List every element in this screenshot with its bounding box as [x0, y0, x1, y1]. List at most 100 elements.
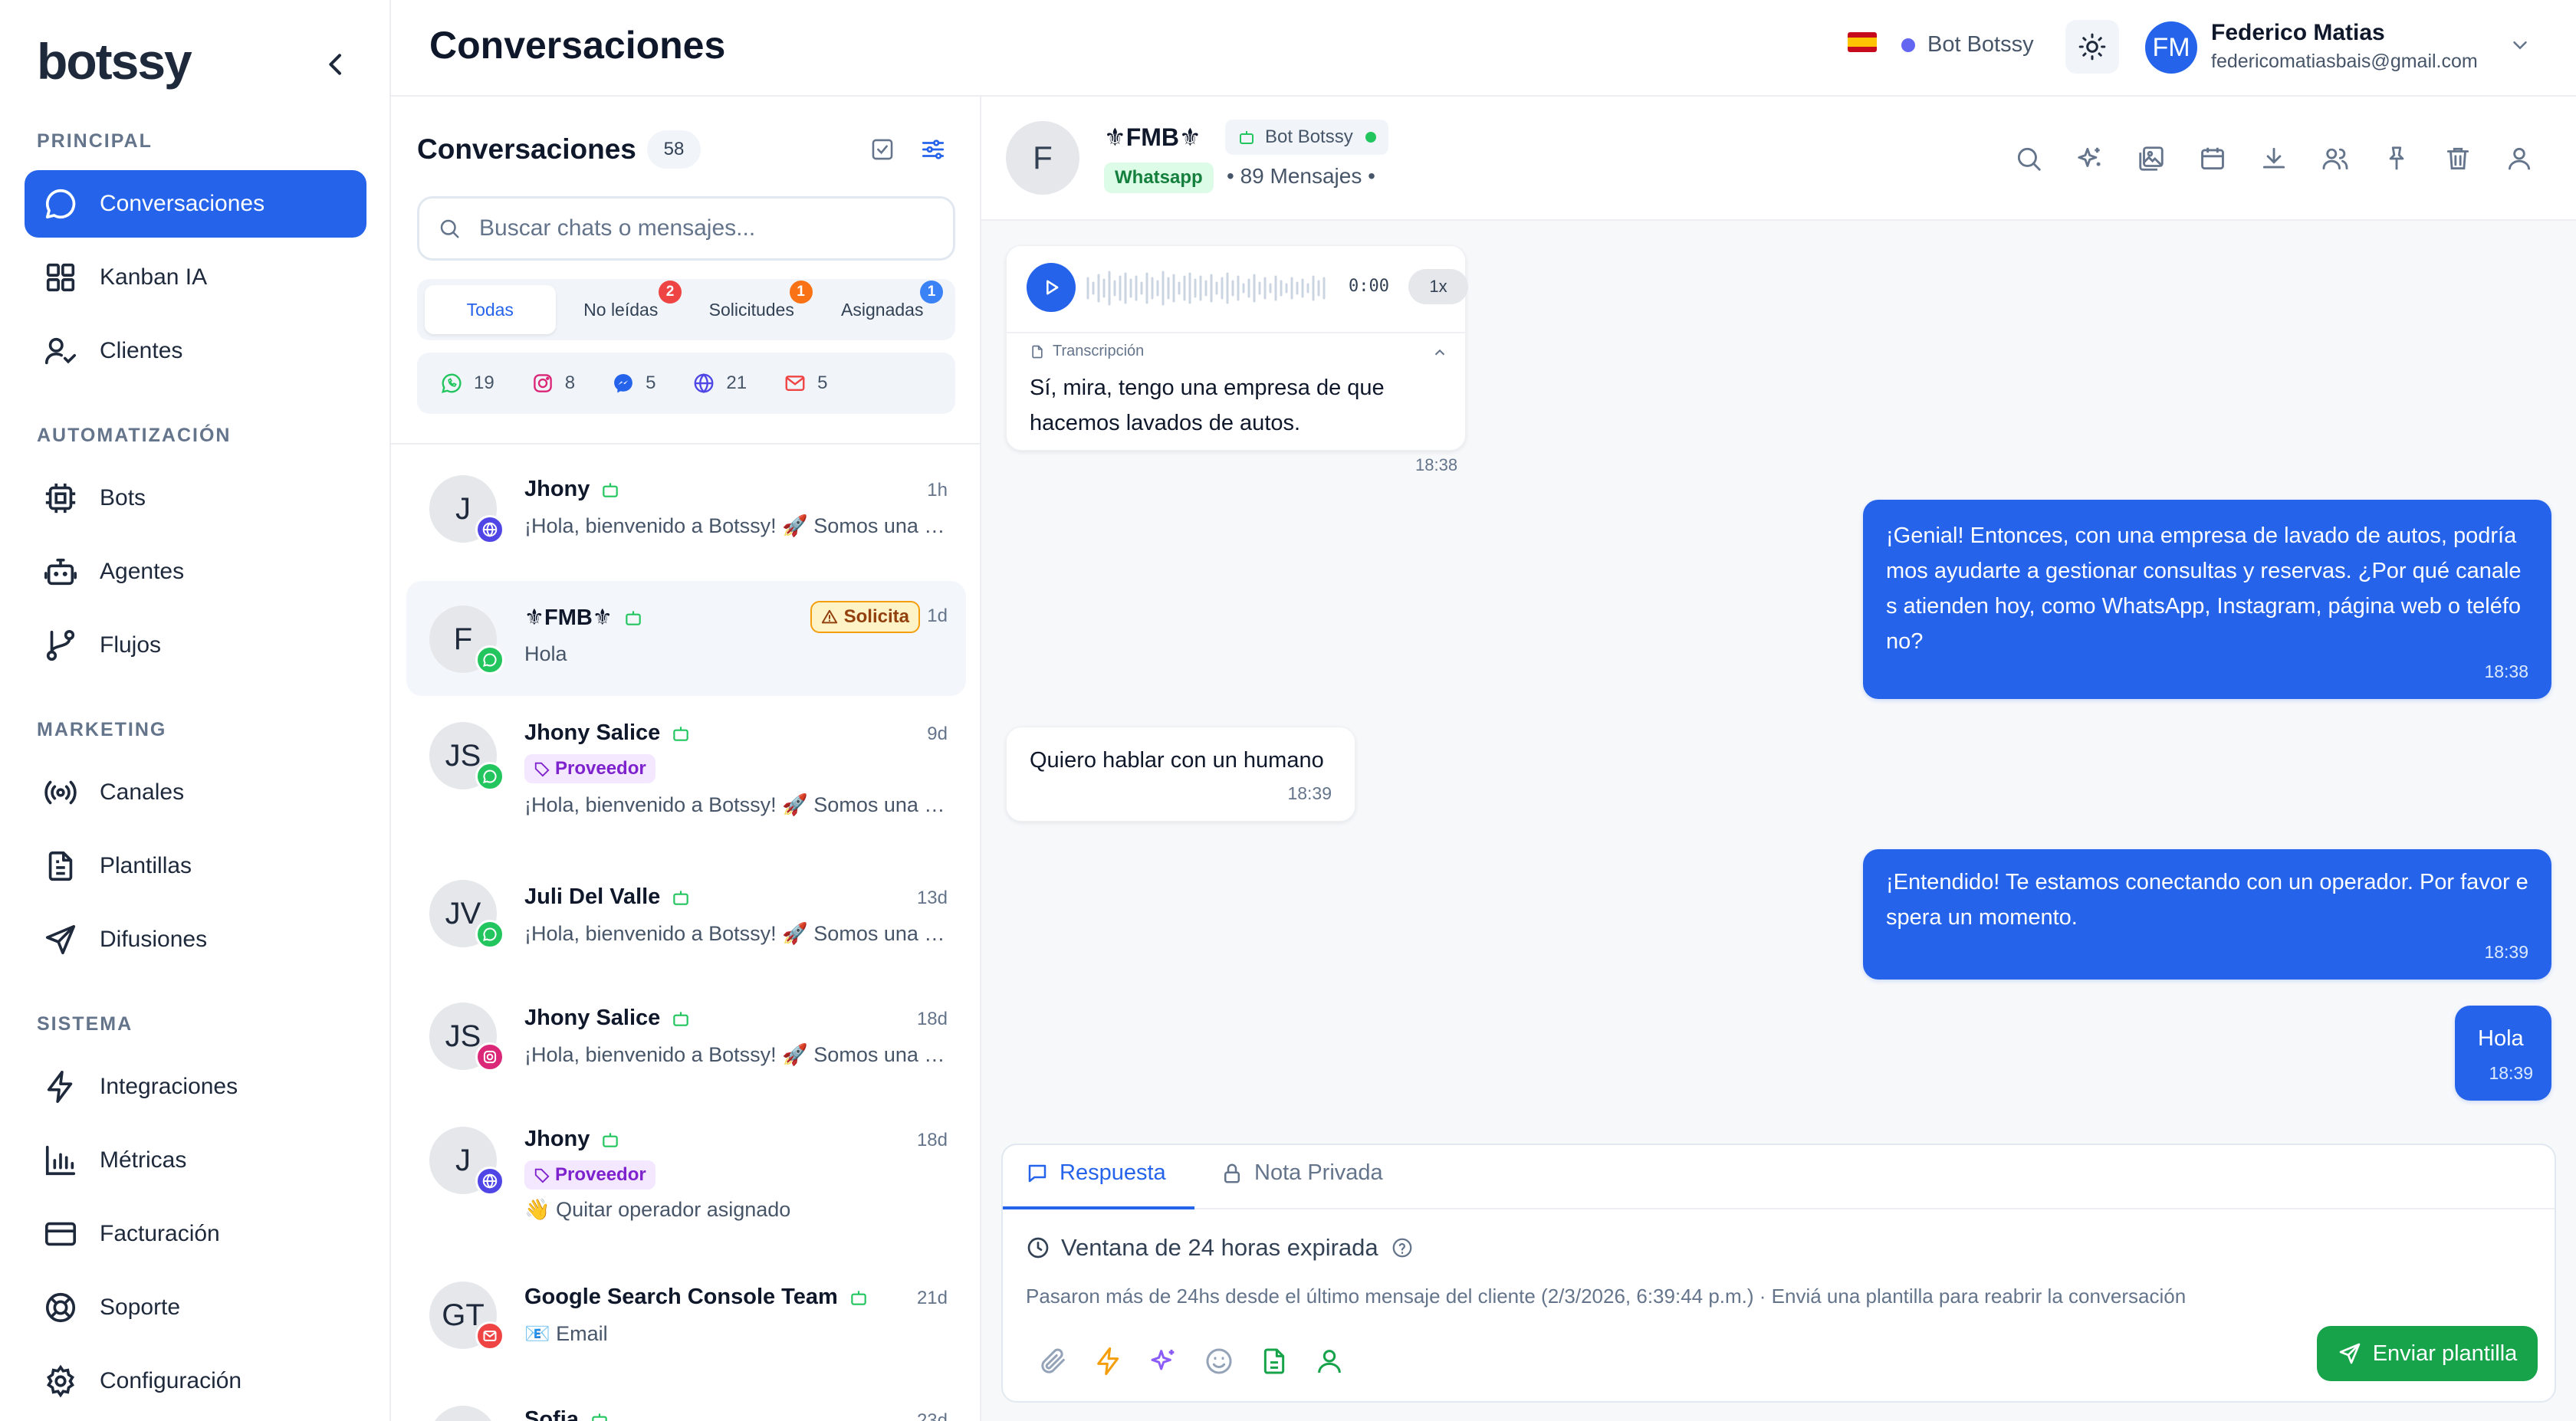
lock-icon	[1224, 1163, 1240, 1183]
nav-item-conversaciones[interactable]: Conversaciones	[25, 170, 366, 238]
chat-toolbar	[1998, 139, 2550, 178]
spain-flag-icon[interactable]	[1848, 32, 1877, 52]
conversation-item[interactable]: JS Jhony Salice 18d ¡Hola, bienvenido a …	[406, 986, 966, 1101]
nav-item-label: Flujos	[100, 632, 162, 658]
bot-status-label: Bot Botssy	[1927, 32, 2034, 57]
search-input[interactable]	[479, 215, 909, 241]
assign-team-button[interactable]	[2305, 139, 2366, 178]
assigned-count-badge: 1	[920, 281, 943, 304]
conversation-preview: 👋 Quitar operador asignado	[524, 1198, 791, 1221]
contact-name: Jhony	[524, 477, 620, 502]
theme-toggle-button[interactable]	[2065, 20, 2119, 74]
bot-icon	[673, 1011, 689, 1026]
instagram-icon	[533, 374, 552, 392]
message-text: ¡Entendido! Te estamos conectando con un…	[1886, 870, 2528, 930]
channel-filter-web[interactable]: 21	[692, 372, 747, 395]
nav-item-metricas[interactable]: Métricas	[25, 1127, 366, 1194]
conversation-item[interactable]: GT Google Search Console Team 21d 📧 Emai…	[406, 1268, 966, 1383]
tag-icon	[534, 762, 550, 777]
ai-compose-button[interactable]	[1136, 1338, 1191, 1384]
audio-waveform[interactable]	[1086, 269, 1335, 307]
conversation-time: 1d	[927, 605, 948, 626]
play-button[interactable]	[1027, 263, 1076, 312]
nav-item-label: Bots	[100, 485, 146, 510]
channel-filter-whatsapp[interactable]: 19	[440, 372, 495, 395]
conversation-item[interactable]: J Jhony 18d Proveedor 👋 Quitar operador …	[406, 1108, 966, 1260]
nav-item-label: Soporte	[100, 1295, 181, 1320]
nav-item-bots[interactable]: Bots	[25, 464, 366, 532]
nav-item-clientes[interactable]: Clientes	[25, 317, 366, 385]
conversation-item[interactable]: JV Juli Del Valle 13d ¡Hola, bienvenido …	[406, 863, 966, 978]
nav-item-agentes[interactable]: Agentes	[25, 538, 366, 605]
nav-item-facturacion[interactable]: Facturación	[25, 1200, 366, 1268]
emoji-icon	[1206, 1348, 1232, 1374]
attach-button[interactable]	[1026, 1338, 1081, 1384]
tab-respuesta[interactable]: Respuesta	[1026, 1160, 1166, 1186]
select-checkbox-icon[interactable]	[869, 136, 895, 162]
contact-avatar[interactable]: F	[1006, 121, 1079, 195]
conversation-time: 21d	[916, 1288, 948, 1308]
message-outgoing: ¡Genial! Entonces, con una empresa de la…	[1863, 500, 2551, 699]
top-header: Conversaciones Bot Botssy FM Federico Ma…	[391, 0, 2576, 97]
delete-button[interactable]	[2427, 139, 2489, 178]
conversation-item-active[interactable]: F ⚜FMB⚜ Solicita 1d Hola	[406, 581, 966, 696]
playback-speed-button[interactable]: 1x	[1408, 269, 1468, 304]
transcription-header[interactable]: Transcripción	[1030, 343, 1144, 360]
pin-button[interactable]	[2366, 139, 2427, 178]
channel-filter-instagram[interactable]: 8	[531, 372, 575, 395]
tab-solicitudes[interactable]: Solicitudes 1	[686, 281, 817, 334]
contact-name: Jhony Salice	[524, 1006, 691, 1031]
online-dot-icon	[1365, 132, 1376, 143]
chevron-down-icon[interactable]	[2509, 34, 2532, 57]
filter-sliders-icon[interactable]	[920, 136, 946, 162]
divider	[391, 443, 981, 445]
contact-name: Jhony Salice	[524, 720, 691, 746]
help-circle-icon[interactable]	[1391, 1236, 1414, 1259]
channel-count: 8	[564, 372, 576, 393]
contact-profile-button[interactable]	[2489, 139, 2550, 178]
section-title-automatizacion: AUTOMATIZACIÓN	[37, 425, 232, 446]
tab-label: No leídas	[583, 299, 659, 320]
nav-item-label: Agentes	[100, 559, 185, 584]
channel-filter-email[interactable]: 5	[784, 372, 827, 395]
tab-todas[interactable]: Todas	[425, 285, 556, 334]
nav-item-configuracion[interactable]: Configuración	[25, 1347, 366, 1415]
messenger-icon	[614, 374, 632, 393]
app-logo[interactable]: botssy	[37, 32, 192, 90]
send-template-button[interactable]: Enviar plantilla	[2317, 1326, 2538, 1381]
conversation-item[interactable]: J Jhony 1h ¡Hola, bienvenido a Botssy! 🚀…	[406, 458, 966, 573]
emoji-button[interactable]	[1191, 1338, 1247, 1384]
web-icon	[475, 515, 504, 544]
download-button[interactable]	[2243, 139, 2305, 178]
nav-item-kanban[interactable]: Kanban IA	[25, 244, 366, 311]
tab-no-leidas[interactable]: No leídas 2	[556, 281, 687, 334]
tab-asignadas[interactable]: Asignadas 1	[817, 281, 948, 334]
conversation-item[interactable]: JS Jhony Salice 9d Proveedor ¡Hola, bien…	[406, 704, 966, 855]
conversation-item[interactable]: S Sofia 23d	[406, 1390, 966, 1421]
quick-replies-button[interactable]	[1081, 1338, 1136, 1384]
schedule-button[interactable]	[2182, 139, 2243, 178]
bot-badge[interactable]: Bot Botssy	[1225, 120, 1388, 155]
message-text: Hola	[2478, 1026, 2524, 1051]
user-avatar[interactable]: FM	[2145, 21, 2197, 74]
nav-item-flujos[interactable]: Flujos	[25, 612, 366, 679]
bot-status[interactable]: Bot Botssy	[1901, 32, 2034, 57]
nav-item-integraciones[interactable]: Integraciones	[25, 1053, 366, 1121]
nav-item-plantillas[interactable]: Plantillas	[25, 832, 366, 900]
nav-item-difusiones[interactable]: Difusiones	[25, 906, 366, 973]
chevron-up-icon[interactable]	[1431, 344, 1448, 361]
template-button[interactable]	[1247, 1338, 1302, 1384]
section-title-marketing: MARKETING	[37, 719, 167, 740]
search-messages-button[interactable]	[1998, 139, 2059, 178]
messages-count: • 89 Mensajes •	[1227, 164, 1375, 188]
channel-filter-messenger[interactable]: 5	[612, 372, 656, 395]
tab-nota-privada[interactable]: Nota Privada	[1221, 1160, 1383, 1186]
list-title: Conversaciones	[417, 133, 636, 165]
collapse-sidebar-button[interactable]	[320, 49, 351, 80]
media-gallery-button[interactable]	[2121, 139, 2182, 178]
conversation-count-badge: 58	[647, 130, 701, 169]
assign-operator-button[interactable]	[1302, 1338, 1357, 1384]
nav-item-canales[interactable]: Canales	[25, 759, 366, 826]
ai-assist-button[interactable]	[2059, 139, 2121, 178]
nav-item-soporte[interactable]: Soporte	[25, 1274, 366, 1341]
